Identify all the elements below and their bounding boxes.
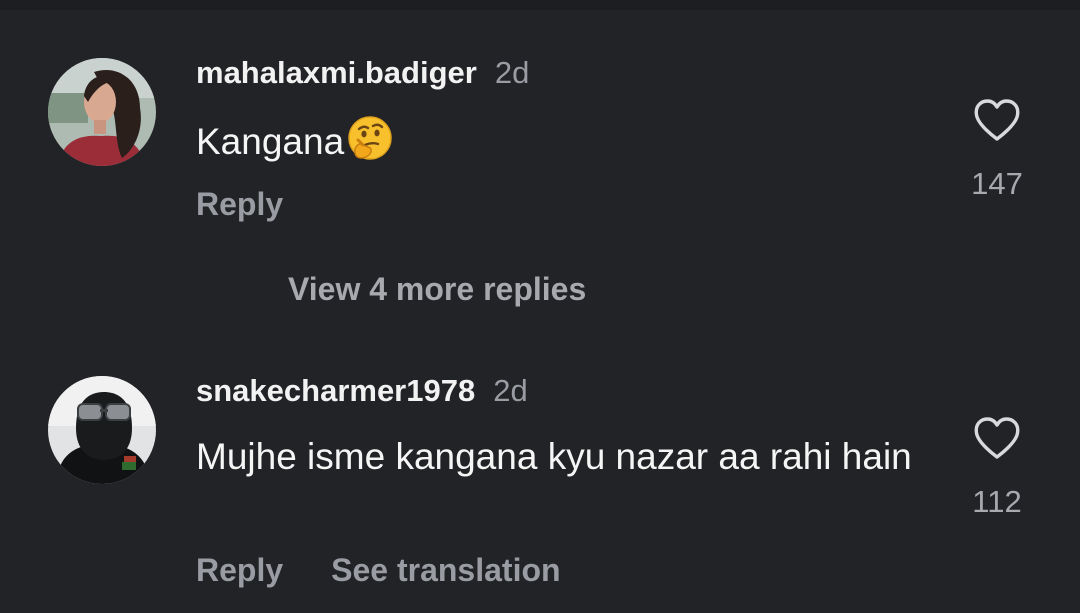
view-more-replies-button[interactable]: View 4 more replies bbox=[288, 270, 586, 308]
avatar-image bbox=[48, 58, 156, 166]
avatar[interactable] bbox=[48, 376, 156, 484]
avatar[interactable] bbox=[48, 58, 156, 166]
comment-body: Mujhe isme kangana kyu nazar aa rahi hai… bbox=[196, 436, 912, 477]
timestamp: 2d bbox=[493, 373, 528, 408]
comment-text: Mujhe isme kangana kyu nazar aa rahi hai… bbox=[196, 433, 936, 480]
avatar-image bbox=[48, 376, 156, 484]
like-control: 147 bbox=[962, 98, 1032, 202]
reply-button[interactable]: Reply bbox=[196, 552, 283, 588]
like-count: 147 bbox=[971, 166, 1023, 201]
comment-actions: Reply See translation bbox=[196, 551, 561, 589]
thinking-face-emoji bbox=[348, 116, 392, 160]
username[interactable]: snakecharmer1978 bbox=[196, 373, 475, 408]
timestamp: 2d bbox=[494, 55, 530, 90]
comment-header: mahalaxmi.badiger 2d bbox=[196, 55, 529, 91]
heart-outline-icon[interactable] bbox=[973, 416, 1021, 460]
comment-actions: Reply bbox=[196, 185, 283, 223]
like-count: 112 bbox=[972, 484, 1022, 519]
comment-body: Kangana bbox=[196, 121, 345, 162]
comment-item: snakecharmer1978 2d Mujhe isme kangana ky… bbox=[0, 340, 1080, 613]
reply-button[interactable]: Reply bbox=[196, 186, 283, 222]
heart-outline-icon[interactable] bbox=[973, 98, 1021, 142]
see-translation-button[interactable]: See translation bbox=[331, 552, 560, 588]
comment-text: Kangana bbox=[196, 114, 936, 165]
username[interactable]: mahalaxmi.badiger bbox=[196, 55, 477, 90]
like-control: 112 bbox=[962, 416, 1032, 520]
comment-header: snakecharmer1978 2d bbox=[196, 373, 528, 409]
